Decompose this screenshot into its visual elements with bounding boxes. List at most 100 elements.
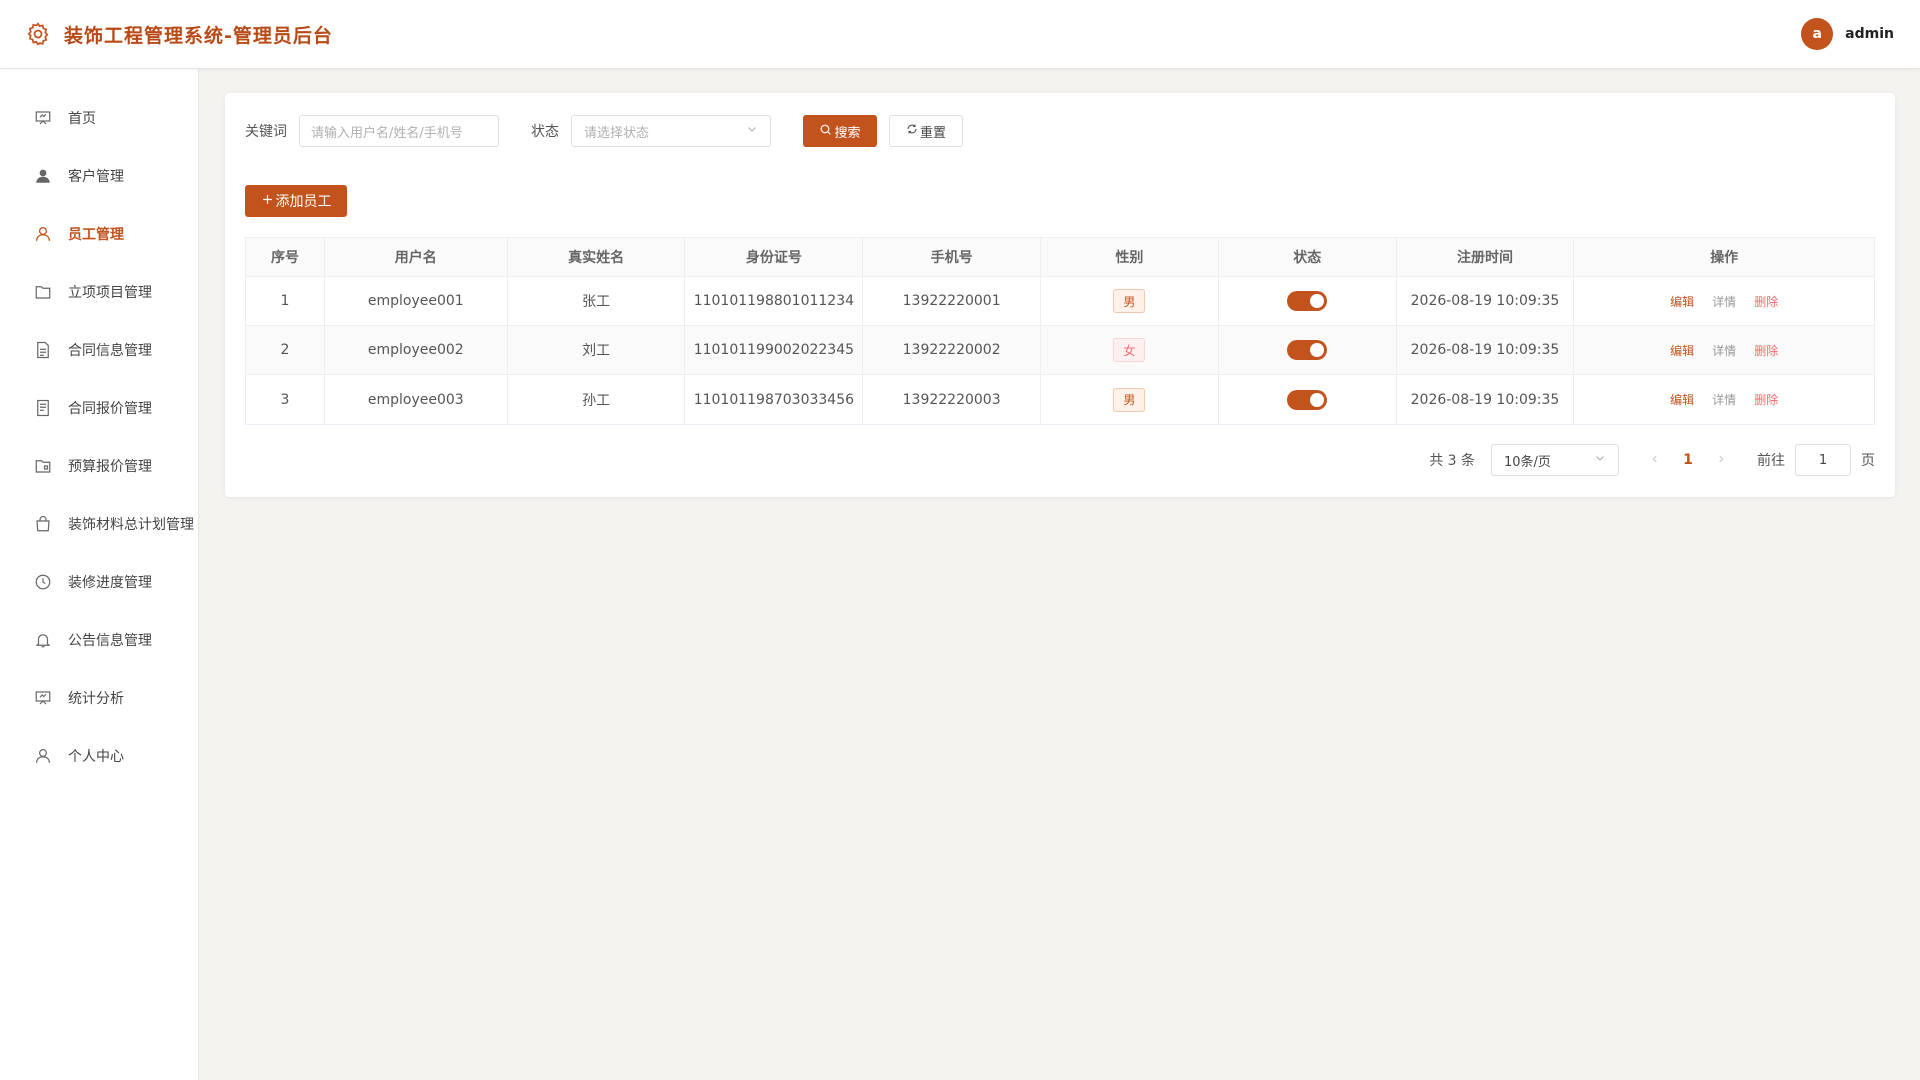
- user-menu[interactable]: a admin: [1801, 18, 1894, 50]
- status-toggle[interactable]: [1287, 340, 1328, 360]
- row-phone: 13922220003: [863, 375, 1042, 424]
- toggle-knob: [1310, 392, 1325, 407]
- column-header: 真实姓名: [508, 238, 686, 276]
- row-status-cell: [1219, 375, 1397, 424]
- row-index: 3: [246, 375, 325, 424]
- gender-tag: 男: [1113, 387, 1146, 412]
- sidebar-item-materials-plan[interactable]: 装饰材料总计划管理: [0, 495, 198, 553]
- table-row: 2 employee002 刘工 110101199002022345 1392…: [246, 326, 1874, 375]
- sidebar-item-statistics[interactable]: 统计分析: [0, 669, 198, 727]
- chevron-down-icon: [746, 123, 758, 139]
- column-header: 注册时间: [1397, 238, 1575, 276]
- username[interactable]: admin: [1845, 26, 1894, 42]
- folder-icon: [34, 283, 52, 301]
- row-username: employee002: [325, 326, 508, 374]
- row-realname: 孙工: [508, 375, 686, 424]
- detail-link[interactable]: 详情: [1712, 342, 1736, 359]
- sidebar-item-label: 合同报价管理: [68, 401, 152, 417]
- sidebar-item-profile[interactable]: 个人中心: [0, 727, 198, 785]
- detail-link[interactable]: 详情: [1712, 391, 1736, 408]
- gender-tag: 男: [1113, 289, 1146, 313]
- sidebar-item-budget-quotes[interactable]: 预算报价管理: [0, 437, 198, 495]
- delete-link[interactable]: 删除: [1754, 342, 1778, 359]
- employee-panel: 关键词 请输入用户名/姓名/手机号 状态 请选择状态 搜索 重置 添加员工 序号…: [225, 93, 1895, 497]
- table-header: 序号 用户名 真实姓名 身份证号 手机号 性别 状态 注册时间 操作: [246, 238, 1874, 277]
- sidebar-item-progress[interactable]: 装修进度管理: [0, 553, 198, 611]
- column-header: 身份证号: [685, 238, 864, 276]
- page-size-value: 10条/页: [1504, 454, 1551, 470]
- plus-icon: [261, 193, 274, 210]
- keyword-placeholder: 请输入用户名/姓名/手机号: [311, 125, 463, 141]
- row-username: employee003: [325, 375, 508, 424]
- row-gender-cell: 女: [1041, 326, 1219, 374]
- reset-button[interactable]: 重置: [889, 115, 963, 147]
- dashboard-icon: [34, 109, 52, 127]
- toggle-knob: [1310, 294, 1325, 308]
- row-idcard: 110101198703033456: [685, 375, 864, 424]
- sidebar-item-contracts[interactable]: 合同信息管理: [0, 321, 198, 379]
- edit-link[interactable]: 编辑: [1670, 391, 1694, 408]
- prev-page-button[interactable]: [1641, 452, 1669, 468]
- row-actions: 编辑 详情 删除: [1574, 277, 1874, 325]
- column-header: 手机号: [863, 238, 1042, 276]
- row-idcard: 110101199002022345: [685, 326, 864, 374]
- edit-link[interactable]: 编辑: [1670, 293, 1694, 310]
- sidebar-item-home[interactable]: 首页: [0, 89, 198, 147]
- page-number[interactable]: 1: [1673, 452, 1703, 468]
- row-registered: 2026-08-19 10:09:35: [1397, 375, 1575, 424]
- app-title: 装饰工程管理系统-管理员后台: [64, 24, 333, 47]
- shopping-bag-icon: [34, 515, 52, 533]
- user-icon: [34, 747, 52, 765]
- delete-link[interactable]: 删除: [1754, 391, 1778, 408]
- row-registered: 2026-08-19 10:09:35: [1397, 326, 1575, 374]
- page-size-select[interactable]: 10条/页: [1491, 444, 1619, 476]
- sidebar-item-contract-quotes[interactable]: 合同报价管理: [0, 379, 198, 437]
- keyword-input[interactable]: 请输入用户名/姓名/手机号: [299, 115, 499, 147]
- row-actions: 编辑 详情 删除: [1574, 375, 1874, 424]
- sidebar-item-label: 客户管理: [68, 169, 124, 185]
- status-toggle[interactable]: [1287, 389, 1328, 410]
- add-employee-button[interactable]: 添加员工: [245, 185, 347, 217]
- delete-link[interactable]: 删除: [1754, 293, 1778, 310]
- presentation-icon: [34, 689, 52, 707]
- row-status-cell: [1219, 277, 1397, 325]
- page-suffix: 页: [1861, 453, 1875, 469]
- goto-page-input[interactable]: 1: [1795, 444, 1851, 476]
- row-idcard: 110101198801011234: [685, 277, 864, 325]
- row-index: 1: [246, 277, 325, 325]
- avatar[interactable]: a: [1801, 18, 1834, 50]
- chevron-right-icon: [1719, 455, 1724, 463]
- gear-icon: [24, 20, 52, 48]
- detail-link[interactable]: 详情: [1712, 293, 1736, 310]
- next-page-button[interactable]: [1707, 452, 1735, 468]
- search-icon: [819, 123, 832, 140]
- column-header: 序号: [246, 238, 325, 276]
- row-gender-cell: 男: [1041, 375, 1219, 424]
- add-employee-label: 添加员工: [275, 194, 332, 210]
- sidebar-item-announcements[interactable]: 公告信息管理: [0, 611, 198, 669]
- status-label: 状态: [531, 124, 559, 140]
- row-realname: 张工: [508, 277, 686, 325]
- sidebar-item-customers[interactable]: 客户管理: [0, 147, 198, 205]
- sidebar-item-label: 合同信息管理: [68, 343, 152, 359]
- row-realname: 刘工: [508, 326, 686, 374]
- refresh-icon: [906, 123, 918, 139]
- row-gender-cell: 男: [1041, 277, 1219, 325]
- sidebar: 首页 客户管理 员工管理 立项项目管理 合同信息管理 合同报价管理 预算报价管理…: [0, 69, 199, 1080]
- status-placeholder: 请选择状态: [584, 125, 650, 141]
- sidebar-item-label: 统计分析: [68, 691, 124, 707]
- sidebar-item-label: 首页: [68, 111, 96, 127]
- column-header: 用户名: [325, 238, 508, 276]
- chevron-left-icon: [1652, 455, 1657, 463]
- status-toggle[interactable]: [1287, 291, 1328, 311]
- sidebar-item-employees[interactable]: 员工管理: [0, 205, 198, 263]
- sidebar-item-label: 员工管理: [68, 227, 124, 243]
- status-select[interactable]: 请选择状态: [571, 115, 771, 147]
- sidebar-item-projects[interactable]: 立项项目管理: [0, 263, 198, 321]
- edit-link[interactable]: 编辑: [1670, 342, 1694, 359]
- search-button[interactable]: 搜索: [803, 115, 877, 147]
- reset-button-label: 重置: [919, 125, 946, 141]
- goto-label: 前往: [1757, 453, 1785, 469]
- row-index: 2: [246, 326, 325, 374]
- user-filled-icon: [34, 167, 52, 185]
